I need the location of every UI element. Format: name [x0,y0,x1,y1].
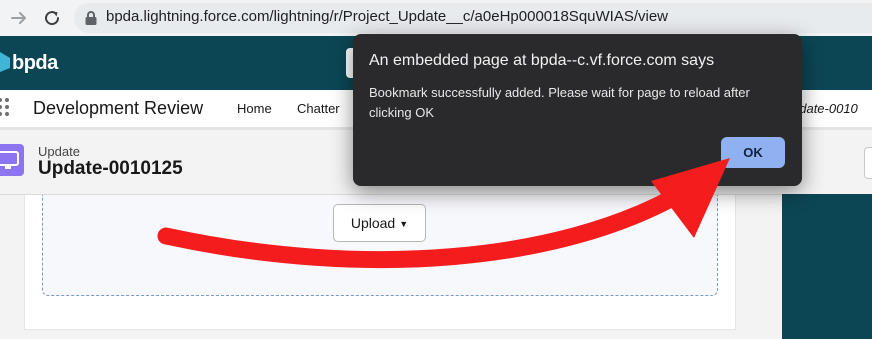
header-action-button[interactable] [864,147,872,179]
lock-icon[interactable] [84,10,98,26]
nav-item-home[interactable]: Home [237,101,272,116]
app-name: Development Review [33,98,204,118]
monitor-icon [0,144,24,176]
forward-arrow-icon[interactable] [9,8,29,28]
url-text[interactable]: bpda.lightning.force.com/lightning/r/Pro… [106,8,668,25]
right-sidebar-panel [782,194,872,339]
logo-text: bpda [12,52,58,74]
bpda-logo-icon [0,52,10,72]
dialog-message: Bookmark successfully added. Please wait… [369,85,750,120]
record-object-type: Update [38,144,80,159]
reload-icon[interactable] [42,8,62,28]
ok-button[interactable]: OK [721,137,785,168]
chevron-down-icon: ▼ [399,219,409,230]
dialog-title: An embedded page at bpda--c.vf.force.com… [369,52,715,69]
nav-item-chatter[interactable]: Chatter [297,101,340,116]
app-launcher-icon[interactable] [0,97,14,117]
upload-button[interactable]: Upload ▼ [333,204,426,242]
record-title: Update-0010125 [38,158,183,179]
upload-label: Upload [350,215,396,231]
